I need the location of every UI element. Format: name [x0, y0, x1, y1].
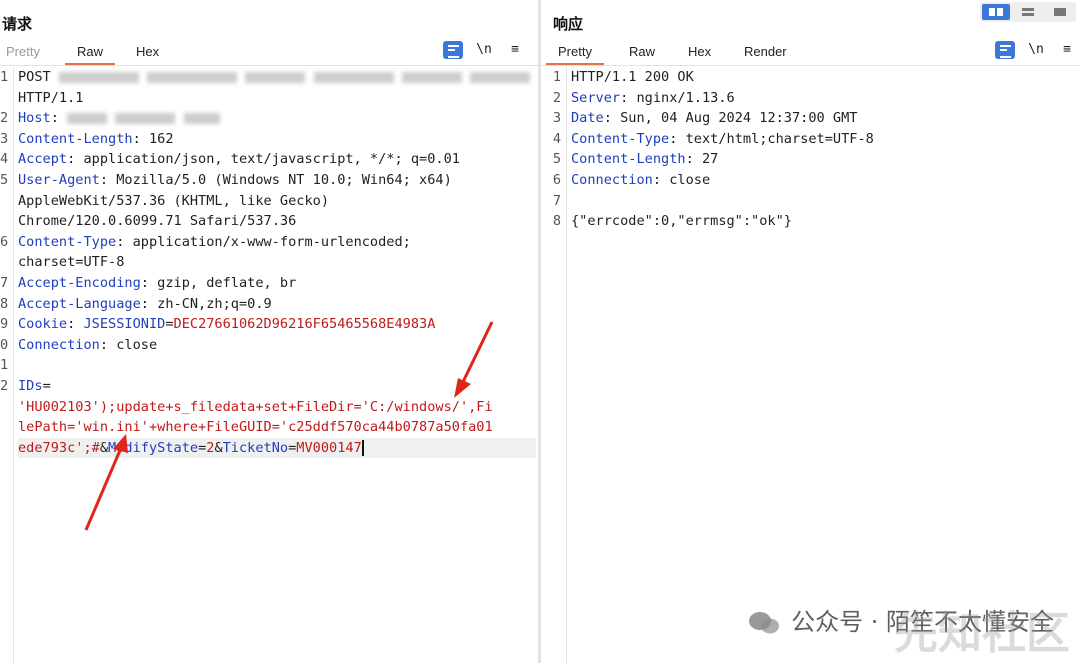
wechat-icon: [747, 611, 781, 635]
header-server: 2 Server: nginx/1.13.6: [552, 89, 735, 106]
tab-pretty[interactable]: Pretty: [546, 44, 604, 65]
watermark-secondary: 先知社区: [894, 608, 1070, 659]
response-editor[interactable]: 1 HTTP/1.1 200 OK 2 Server: nginx/1.13.6 3…: [541, 67, 1080, 663]
wrap-lines-icon[interactable]: [995, 41, 1015, 59]
blank-line: 7: [552, 192, 561, 209]
tab-hex[interactable]: Hex: [688, 44, 711, 59]
request-pane: 请求 Pretty Raw Hex \n ≡ 1 POST HTTP/1.1 2H…: [0, 0, 538, 663]
annotation-arrow-right: [460, 321, 494, 385]
header-connection: 6 Connection: close: [552, 171, 711, 188]
annotation-arrowhead-right: [454, 378, 471, 398]
layout-horizontal-icon[interactable]: [1014, 4, 1042, 20]
hamburger-menu-icon[interactable]: ≡: [1057, 41, 1077, 59]
layout-vertical-icon[interactable]: [1046, 4, 1074, 20]
response-body: 8 {"errcode":0,"errmsg":"ok"}: [552, 213, 792, 230]
annotation-arrowhead-left: [113, 434, 128, 453]
layout-side-by-side-icon[interactable]: [982, 4, 1010, 20]
tab-raw[interactable]: Raw: [629, 44, 655, 59]
response-pane: 响应 Pretty Raw Hex Render \n ≡ 1 HTTP/1.1 …: [541, 0, 1080, 663]
header-content-length: 5 Content-Length: 27: [552, 151, 719, 168]
layout-switcher: [980, 2, 1076, 22]
header-date: 3 Date: Sun, 04 Aug 2024 12:37:00 GMT: [552, 110, 858, 127]
annotation-arrows: [84, 321, 494, 531]
annotation-arrow-left: [84, 447, 123, 531]
header-content-type: 4 Content-Type: text/html;charset=UTF-8: [552, 130, 874, 147]
newline-toggle-button[interactable]: \n: [1026, 41, 1046, 59]
tab-render[interactable]: Render: [744, 44, 787, 59]
response-code[interactable]: 1 HTTP/1.1 200 OK 2 Server: nginx/1.13.6 3…: [552, 67, 1070, 232]
status-line: 1 HTTP/1.1 200 OK: [552, 69, 694, 85]
response-title: 响应: [553, 15, 584, 33]
